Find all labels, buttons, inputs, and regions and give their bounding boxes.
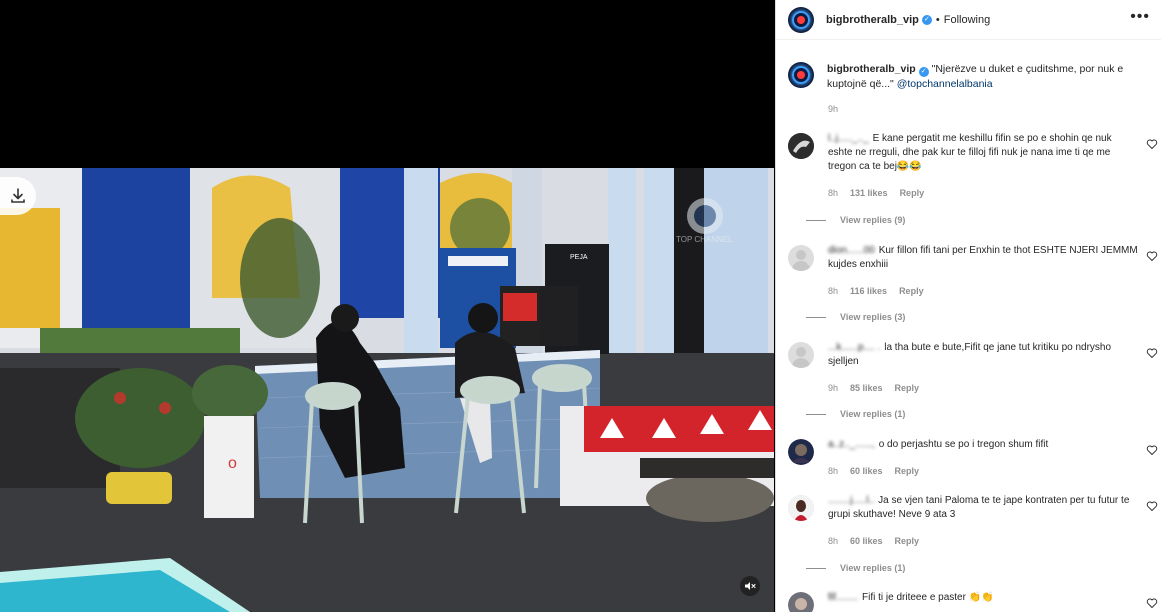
comment-text-block: ...k......p.... . la tha bute e bute,Fifi…: [828, 341, 1138, 369]
comment-time: 9h: [828, 383, 839, 393]
view-replies-button[interactable]: View replies (1): [806, 563, 905, 573]
commenter-avatar[interactable]: [788, 133, 814, 159]
view-replies-label: View replies (1): [840, 563, 906, 573]
video-player[interactable]: PEJA o TOP CHANNEL: [0, 168, 774, 612]
view-replies-label: View replies (1): [840, 409, 906, 419]
commenter-avatar[interactable]: [788, 439, 814, 465]
author-avatar[interactable]: [788, 6, 814, 33]
header-separator: •: [935, 13, 940, 26]
comment-meta: 8h 116 likes Reply: [828, 286, 936, 296]
comment-likes[interactable]: 116 likes: [850, 286, 887, 296]
view-replies-label: View replies (9): [840, 215, 906, 225]
comment-text: o do perjashtu se po i tregon shum fifit: [878, 439, 1049, 450]
comment-time: 8h: [828, 286, 839, 296]
commenter-username[interactable]: ........j.....l..: [828, 495, 874, 506]
comment-text-block: a..z.._......, o do perjashtu se po i tre…: [828, 438, 1138, 452]
svg-text:o: o: [228, 455, 237, 472]
mute-toggle-button[interactable]: [740, 576, 760, 596]
like-heart-icon[interactable]: [1146, 347, 1158, 359]
comment-time: 8h: [828, 188, 839, 198]
commenter-avatar[interactable]: [788, 245, 814, 271]
more-options-icon[interactable]: •••: [1130, 9, 1150, 25]
comment-text-block: fif........ Fifi ti je driteee e paster 👏…: [828, 591, 1138, 605]
comment-time: 8h: [828, 466, 839, 476]
video-frame: PEJA o TOP CHANNEL: [0, 168, 774, 612]
reply-button[interactable]: Reply: [900, 188, 925, 198]
speaker-muted-icon: [745, 582, 756, 590]
commenter-avatar[interactable]: [788, 592, 814, 612]
reply-button[interactable]: Reply: [895, 466, 920, 476]
like-heart-icon[interactable]: [1146, 500, 1158, 512]
download-icon: [11, 188, 25, 203]
comment-text-block: l..j....._.._ E kane pergatit me keshillu…: [828, 132, 1138, 174]
commenter-avatar[interactable]: [788, 342, 814, 368]
fridge-label: PEJA: [570, 254, 588, 261]
channel-watermark: TOP CHANNEL: [676, 235, 733, 244]
reply-button[interactable]: Reply: [899, 286, 924, 296]
caption-timestamp: 9h: [828, 104, 839, 114]
comment-likes[interactable]: 131 likes: [850, 188, 888, 198]
post-media-area: PEJA o TOP CHANNEL: [0, 0, 774, 612]
post-details-panel: bigbrotheralb_vip ✓ • Following ••• bigb…: [775, 0, 1161, 612]
commenter-username[interactable]: fif........: [828, 592, 858, 603]
commenter-username[interactable]: l..j....._.._: [828, 133, 869, 144]
author-username[interactable]: bigbrotheralb_vip: [826, 14, 919, 26]
commenter-avatar[interactable]: [788, 495, 814, 521]
caption-author-avatar[interactable]: [788, 62, 814, 88]
view-replies-button[interactable]: View replies (3): [806, 312, 905, 322]
view-replies-label: View replies (3): [840, 312, 906, 322]
comment-meta: 8h 60 likes Reply: [828, 466, 931, 476]
reply-button[interactable]: Reply: [895, 383, 920, 393]
following-button[interactable]: Following: [944, 14, 990, 26]
post-header: bigbrotheralb_vip ✓ • Following •••: [776, 0, 1161, 40]
comment-text: E kane pergatit me keshillu fifin se po …: [828, 133, 1112, 172]
comment-time: 8h: [828, 536, 839, 546]
commenter-username[interactable]: dion......00: [828, 245, 875, 256]
comment-likes[interactable]: 60 likes: [850, 466, 883, 476]
view-replies-button[interactable]: View replies (1): [806, 409, 905, 419]
view-replies-button[interactable]: View replies (9): [806, 215, 905, 225]
comment-meta: 9h 85 likes Reply: [828, 383, 931, 393]
comments-scroll-area[interactable]: bigbrotheralb_vip ✓ "Njerëzve u duket e ç…: [776, 41, 1161, 612]
comment-meta: 8h 131 likes Reply: [828, 188, 936, 198]
commenter-username[interactable]: a..z.._......,: [828, 439, 875, 450]
comment-text-block: dion......00 Kur fillon fifi tani per Enx…: [828, 244, 1138, 272]
verified-badge-icon: ✓: [918, 67, 929, 77]
comment-text-block: ........j.....l.. Ja se vjen tani Paloma …: [828, 494, 1138, 522]
verified-badge-icon: ✓: [921, 14, 932, 25]
comment-likes[interactable]: 60 likes: [850, 536, 883, 546]
comment-text: Fifi ti je driteee e paster 👏👏: [862, 592, 994, 603]
caption-mention-link[interactable]: @topchannelalbania: [897, 78, 993, 90]
like-heart-icon[interactable]: [1146, 138, 1158, 150]
comment-likes[interactable]: 85 likes: [850, 383, 883, 393]
like-heart-icon[interactable]: [1146, 250, 1158, 262]
like-heart-icon[interactable]: [1146, 597, 1158, 609]
comment-meta: 8h 60 likes Reply: [828, 536, 931, 546]
post-caption: bigbrotheralb_vip ✓ "Njerëzve u duket e ç…: [788, 62, 1148, 91]
caption-author-username[interactable]: bigbrotheralb_vip: [827, 63, 916, 75]
commenter-username[interactable]: ...k......p.... .: [828, 342, 880, 353]
like-heart-icon[interactable]: [1146, 444, 1158, 456]
reply-button[interactable]: Reply: [895, 536, 920, 546]
